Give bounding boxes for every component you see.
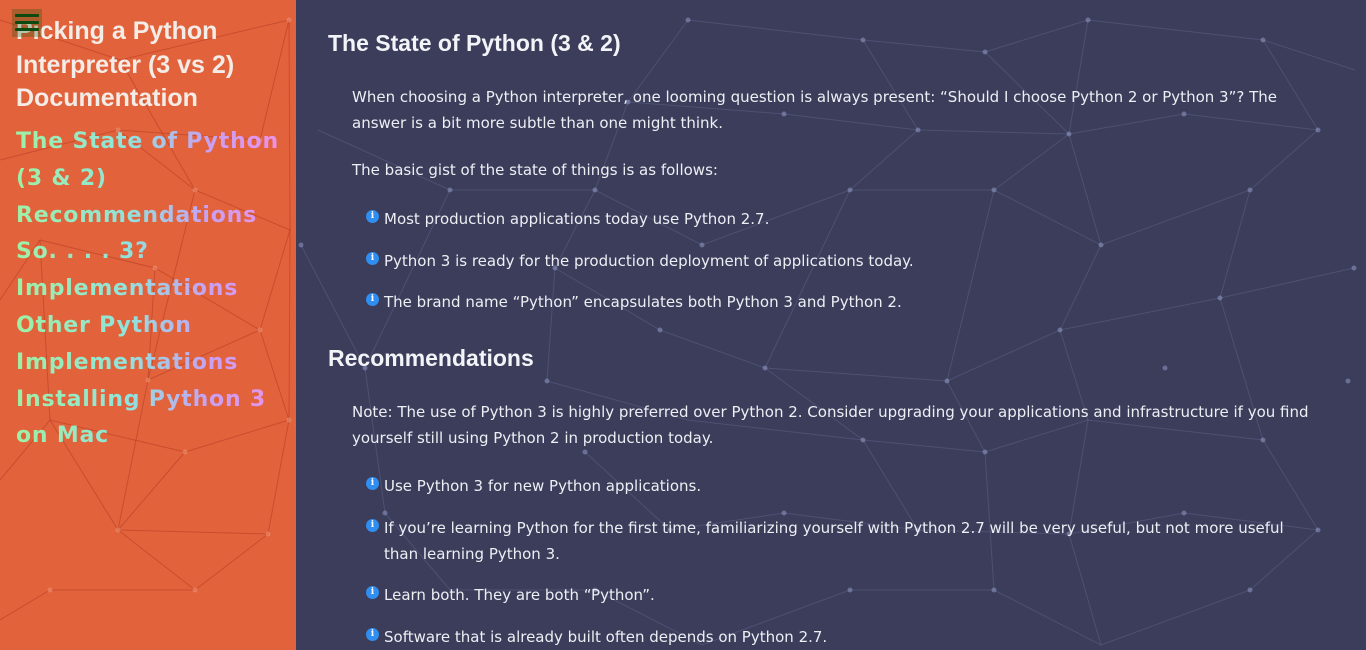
hamburger-menu-icon[interactable]	[12, 9, 42, 37]
toc-link-recommendations[interactable]: Recommendations	[16, 198, 291, 235]
toc-link-other-implementations[interactable]: Other Python Implementations	[16, 308, 291, 382]
toc-link-state-of-python[interactable]: The State of Python (3 & 2)	[16, 124, 291, 198]
info-icon: i	[366, 628, 379, 641]
info-icon: i	[366, 293, 379, 306]
toc-link-so-3[interactable]: So. . . . 3?	[16, 234, 291, 271]
sidebar: Picking a Python Interpreter (3 vs 2) Do…	[0, 0, 296, 650]
list-item: i Software that is already built often d…	[366, 624, 1316, 650]
main-content: The State of Python (3 & 2) When choosin…	[296, 0, 1366, 650]
list-item-text: Learn both. They are both “Python”.	[384, 586, 655, 604]
list-item: i The brand name “Python” encapsulates b…	[366, 289, 1316, 315]
info-icon: i	[366, 210, 379, 223]
info-icon: i	[366, 586, 379, 599]
toc-link-implementations[interactable]: Implementations	[16, 271, 291, 308]
list-item: i Use Python 3 for new Python applicatio…	[366, 473, 1316, 499]
note-paragraph: Note: The use of Python 3 is highly pref…	[352, 403, 1309, 447]
section-heading-recommendations: Recommendations	[328, 345, 534, 371]
list-item: i If you’re learning Python for the firs…	[366, 515, 1316, 567]
list-item-text: If you’re learning Python for the first …	[384, 519, 1284, 563]
site-title[interactable]: Picking a Python Interpreter (3 vs 2) Do…	[16, 15, 286, 116]
info-icon: i	[366, 252, 379, 265]
intro-paragraph: When choosing a Python interpreter, one …	[352, 88, 1277, 132]
list-item-text: The brand name “Python” encapsulates bot…	[384, 293, 902, 311]
list-item-text: Use Python 3 for new Python applications…	[384, 477, 702, 495]
list-item-text: Python 3 is ready for the production dep…	[384, 252, 914, 270]
info-icon: i	[366, 519, 379, 532]
list-item: i Learn both. They are both “Python”.	[366, 582, 1316, 608]
list-item-text: Most production applications today use P…	[384, 210, 770, 228]
gist-paragraph: The basic gist of the state of things is…	[352, 161, 718, 179]
table-of-contents: The State of Python (3 & 2) Recommendati…	[16, 124, 291, 455]
section-heading-state-of-python: The State of Python (3 & 2)	[328, 30, 621, 56]
info-icon: i	[366, 477, 379, 490]
list-item: i Python 3 is ready for the production d…	[366, 248, 1316, 274]
list-item: i Most production applications today use…	[366, 206, 1316, 232]
list-item-text: Software that is already built often dep…	[384, 628, 828, 646]
toc-link-installing-python-3-mac[interactable]: Installing Python 3 on Mac	[16, 382, 291, 456]
